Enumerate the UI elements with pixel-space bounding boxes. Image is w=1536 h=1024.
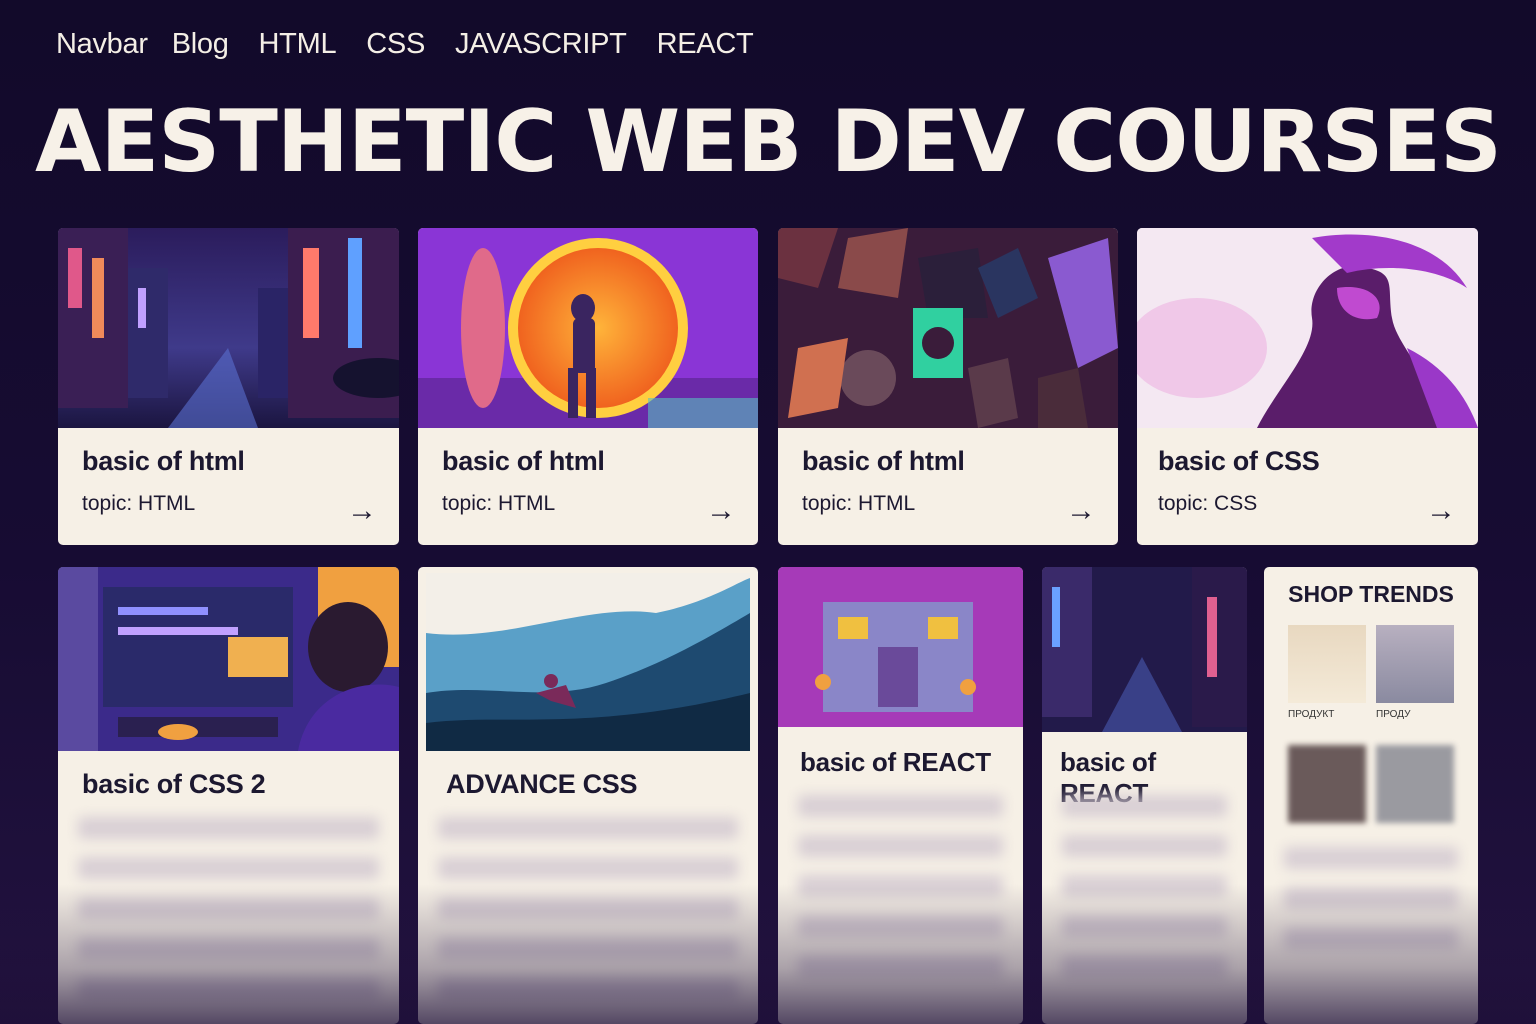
nav-brand[interactable]: Navbar bbox=[56, 28, 148, 61]
course-title: basic of html bbox=[442, 446, 605, 476]
shop-trends-panel: SHOP TRENDS ПРОДУКТ ПРОДУ bbox=[1264, 567, 1478, 1024]
course-card[interactable]: basic of CSS 2 bbox=[58, 567, 399, 1024]
navbar: Navbar Blog HTML CSS JAVASCRIPT REACT bbox=[56, 28, 783, 61]
course-title: basic of html bbox=[802, 446, 965, 476]
course-card[interactable]: basic of html topic: HTML → bbox=[58, 228, 399, 545]
product-image bbox=[1288, 625, 1366, 703]
course-card[interactable]: ADVANCE CSS bbox=[418, 567, 758, 1024]
course-image-building bbox=[778, 567, 1023, 727]
nav-link-blog[interactable]: Blog bbox=[172, 28, 229, 61]
nav-link-react[interactable]: REACT bbox=[657, 28, 754, 61]
blurred-content bbox=[798, 795, 1003, 995]
arrow-right-icon[interactable]: → bbox=[1426, 496, 1456, 526]
course-image-figure bbox=[1137, 228, 1478, 428]
course-image-portal bbox=[418, 228, 758, 428]
course-image-city-street bbox=[58, 228, 399, 428]
course-card[interactable]: basic of html topic: HTML → bbox=[418, 228, 758, 545]
product-tile[interactable]: ПРОДУ bbox=[1376, 625, 1454, 720]
nav-link-javascript[interactable]: JAVASCRIPT bbox=[455, 28, 627, 61]
course-topic: topic: HTML bbox=[802, 492, 916, 515]
course-image-mountains bbox=[426, 573, 750, 751]
blurred-content bbox=[1284, 847, 1458, 967]
blurred-content bbox=[78, 817, 379, 1017]
product-image bbox=[1376, 625, 1454, 703]
product-tile[interactable] bbox=[1376, 745, 1454, 823]
product-label: ПРОДУ bbox=[1376, 709, 1411, 720]
nav-link-css[interactable]: CSS bbox=[366, 28, 425, 61]
course-title: basic of html bbox=[82, 446, 245, 476]
nav-link-html[interactable]: HTML bbox=[259, 28, 337, 61]
arrow-right-icon[interactable]: → bbox=[706, 496, 736, 526]
course-topic: topic: HTML bbox=[82, 492, 196, 515]
blurred-content bbox=[438, 817, 738, 1017]
course-title: ADVANCE CSS bbox=[446, 769, 638, 799]
product-tile[interactable] bbox=[1288, 745, 1366, 823]
course-image-abstract-shapes bbox=[778, 228, 1118, 428]
course-card[interactable]: basic of REACT bbox=[1042, 567, 1247, 1024]
course-card[interactable]: basic of CSS topic: CSS → bbox=[1137, 228, 1478, 545]
product-image bbox=[1288, 745, 1366, 823]
course-topic: topic: HTML bbox=[442, 492, 556, 515]
arrow-right-icon[interactable]: → bbox=[1066, 496, 1096, 526]
course-card[interactable]: basic of REACT bbox=[778, 567, 1023, 1024]
product-image bbox=[1376, 745, 1454, 823]
course-title: basic of CSS 2 bbox=[82, 769, 266, 799]
course-topic: topic: CSS bbox=[1158, 492, 1258, 515]
course-title: basic of REACT bbox=[800, 747, 991, 777]
shop-trends-title: SHOP TRENDS bbox=[1288, 581, 1454, 607]
arrow-right-icon[interactable]: → bbox=[347, 496, 377, 526]
product-label: ПРОДУКТ bbox=[1288, 709, 1335, 720]
course-card[interactable]: basic of html topic: HTML → bbox=[778, 228, 1118, 545]
blurred-content bbox=[1062, 795, 1227, 995]
page-title: AESTHETIC WEB DEV COURSES bbox=[35, 92, 1502, 192]
course-title: basic of CSS bbox=[1158, 446, 1320, 476]
product-tile[interactable]: ПРОДУКТ bbox=[1288, 625, 1366, 720]
course-image-coding bbox=[58, 567, 399, 751]
course-image-night-street bbox=[1042, 567, 1247, 732]
